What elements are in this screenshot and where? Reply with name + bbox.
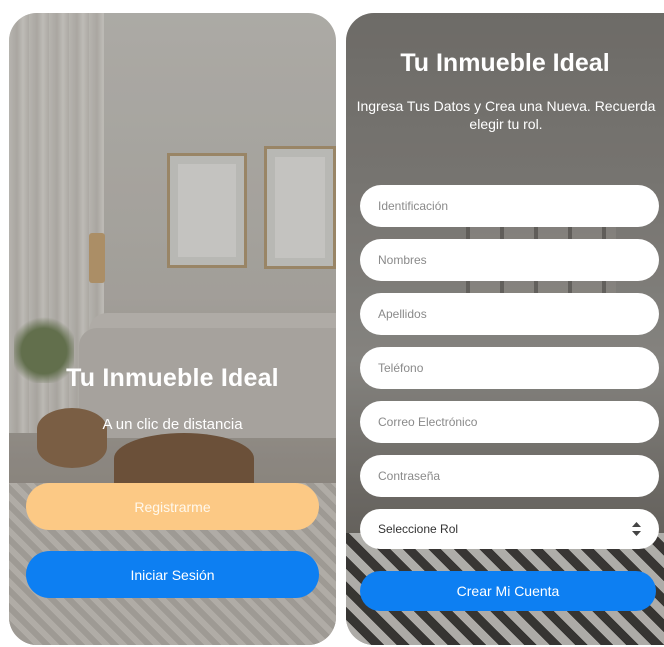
form-title: Tu Inmueble Ideal [400,49,610,77]
names-input[interactable] [360,239,659,281]
signup-panel: Tu Inmueble Ideal Ingresa Tus Datos y Cr… [346,13,664,645]
welcome-panel: Tu Inmueble Ideal A un clic de distancia… [9,13,336,645]
phone-input[interactable] [360,347,659,389]
sort-arrows-icon [632,522,641,536]
email-input[interactable] [360,401,659,443]
form-subtitle: Ingresa Tus Datos y Crea una Nueva. Recu… [356,98,656,132]
identification-input[interactable] [360,185,659,227]
role-select[interactable]: Seleccione Rol [360,509,659,549]
login-button[interactable]: Iniciar Sesión [26,551,319,598]
lastnames-input[interactable] [360,293,659,335]
register-button[interactable]: Registrarme [26,483,319,530]
brand-title: Tu Inmueble Ideal [66,364,279,392]
password-input[interactable] [360,455,659,497]
role-select-value: Seleccione Rol [378,522,459,536]
create-account-button[interactable]: Crear Mi Cuenta [360,571,656,611]
brand-tagline: A un clic de distancia [102,416,243,433]
